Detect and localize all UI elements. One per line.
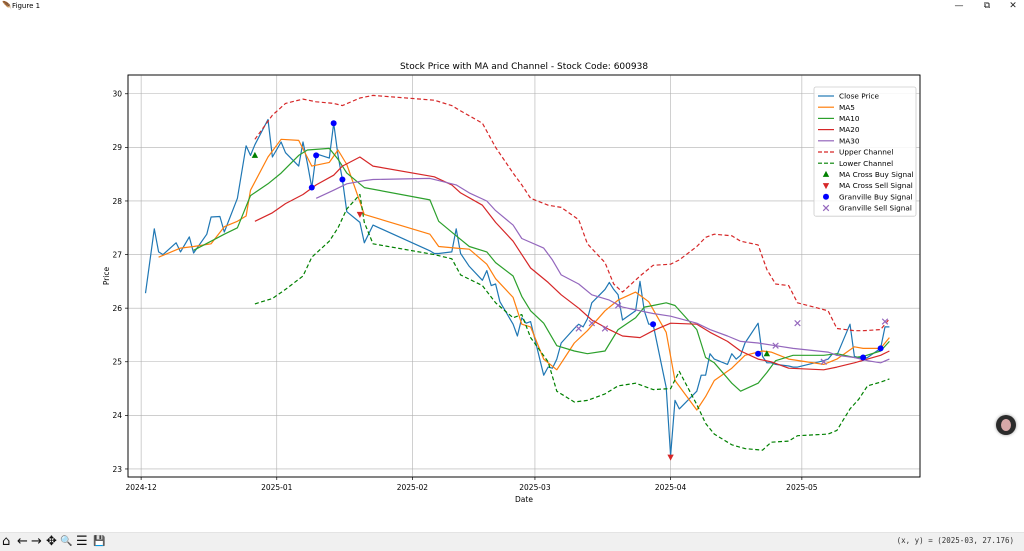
legend-label: Granville Sell Signal [839,204,912,213]
window-title: Figure 1 [12,2,41,10]
y-tick-label: 25 [112,358,122,367]
home-icon[interactable]: ⌂ [2,534,10,550]
marker-granville-buy-signal [860,354,867,361]
forward-icon[interactable]: → [31,534,42,550]
legend-label: Upper Channel [839,148,893,157]
zoom-icon[interactable]: 🔍 [60,534,72,550]
legend-label: MA Cross Buy Signal [839,170,914,179]
legend-label: MA Cross Sell Signal [839,181,913,190]
y-tick-label: 28 [112,197,122,206]
x-tick-label: 2025-05 [786,483,818,492]
y-tick-label: 29 [112,143,122,152]
marker-granville-buy-signal [877,345,884,352]
x-axis-label: Date [515,495,533,504]
assistant-avatar-icon[interactable] [996,415,1016,435]
y-tick-label: 23 [112,465,122,474]
navigation-toolbar: ⌂ ← → ✥ 🔍 ☰ 💾 (x, y) = (2025-03, 27.176) [0,532,1024,551]
y-tick-label: 26 [112,304,122,313]
window-titlebar: 🪶 Figure 1 — ⧉ ✕ [0,0,1024,12]
legend-swatch [823,193,829,200]
x-tick-label: 2025-03 [519,483,551,492]
marker-granville-buy-signal [755,350,762,357]
back-icon[interactable]: ← [17,534,28,550]
marker-granville-buy-signal [339,176,346,183]
legend-label: Lower Channel [839,159,893,168]
x-tick-label: 2025-02 [397,483,429,492]
close-button[interactable]: ✕ [998,0,1024,12]
legend-label: MA30 [839,136,860,145]
minimize-button[interactable]: — [944,0,974,12]
legend-label: MA10 [839,114,860,123]
legend-label: Granville Buy Signal [839,192,913,201]
plot-area[interactable] [127,74,921,478]
figure-canvas[interactable]: 2024-12 2025-01 2025-02 2025-03 2025-04 2025-… [0,12,1024,532]
y-tick-label: 24 [112,411,122,420]
marker-granville-buy-signal [650,321,657,328]
x-tick-label: 2025-04 [655,483,687,492]
y-tick-label: 27 [112,250,122,259]
marker-granville-buy-signal [330,120,337,127]
matplotlib-app-icon: 🪶 [2,1,12,10]
legend-label: MA5 [839,103,855,112]
legend-label: MA20 [839,125,860,134]
x-tick-label: 2024-12 [125,483,157,492]
y-axis-label: Price [102,266,111,285]
configure-subplots-icon[interactable]: ☰ [76,534,88,550]
legend-label: Close Price [839,92,880,101]
legend: Close Price MA5 MA10 MA20 MA30 Upper Channel L… [813,86,917,217]
save-icon[interactable]: 💾 [93,534,105,550]
marker-granville-buy-signal [308,184,315,191]
marker-granville-buy-signal [313,152,320,159]
chart-title: Stock Price with MA and Channel - Stock … [400,62,648,72]
x-tick-label: 2025-01 [261,483,293,492]
y-tick-label: 30 [112,90,122,99]
pan-icon[interactable]: ✥ [46,534,57,550]
cursor-coordinates: (x, y) = (2025-03, 27.176) [896,536,1014,545]
